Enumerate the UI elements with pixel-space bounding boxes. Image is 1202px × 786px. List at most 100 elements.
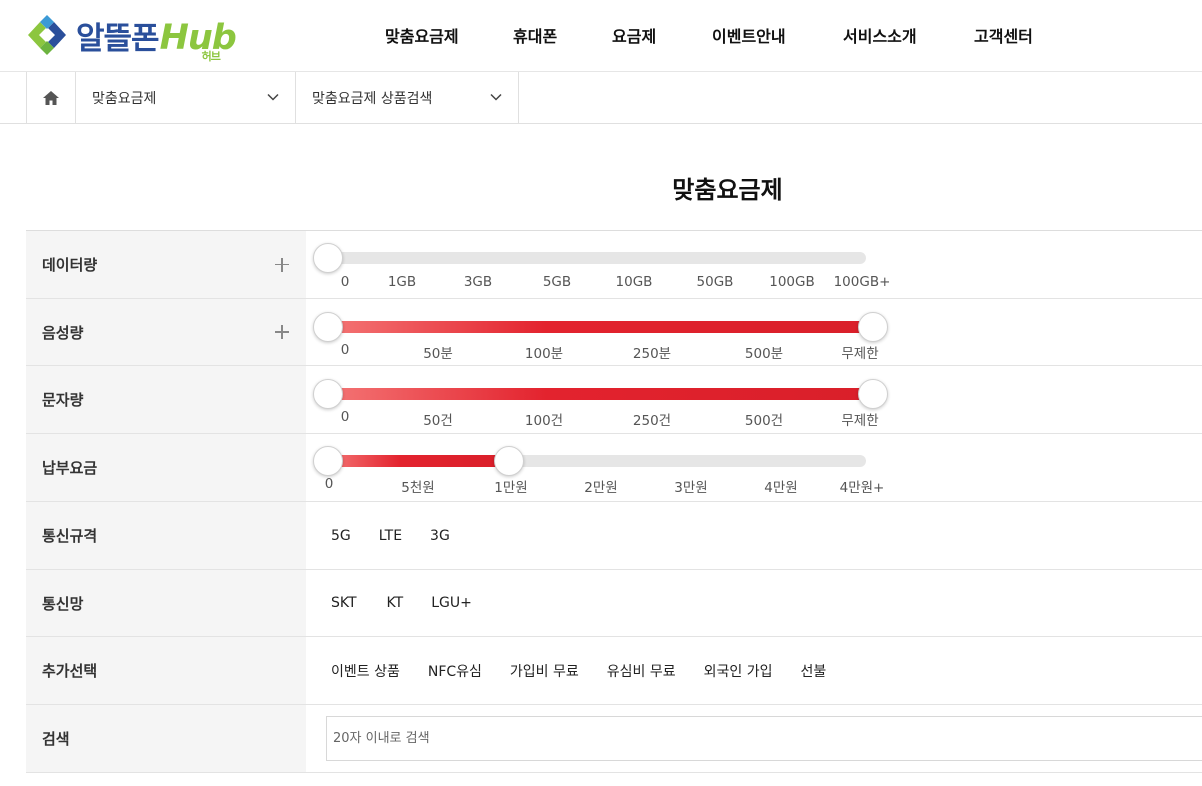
slider-fill (328, 455, 509, 467)
breadcrumb: 맞춤요금제 맞춤요금제 상품검색 (0, 72, 1202, 124)
option-prepaid[interactable]: 선불 (801, 661, 827, 681)
filter-row-extra: 추가선택 이벤트 상품 NFC유심 가입비 무료 유심비 무료 외국인 가입 선… (26, 637, 1202, 705)
slider-tick: 0 (340, 342, 350, 358)
filter-row-search: 검색 (26, 705, 1202, 773)
option-kt[interactable]: KT (387, 595, 404, 611)
data-slider[interactable]: 0 1GB 3GB 5GB 10GB 50GB 100GB 100GB+ (306, 231, 1202, 298)
slider-tick: 무제한 (841, 346, 879, 362)
fee-slider[interactable]: 0 5천원 1만원 2만원 3만원 4만원 4만원+ (306, 434, 1202, 501)
option-group: 5G LTE 3G (306, 502, 478, 569)
slider-tick: 250분 (632, 346, 672, 362)
slider-handle-max[interactable] (858, 379, 888, 409)
option-3g[interactable]: 3G (430, 528, 450, 544)
option-lte[interactable]: LTE (379, 528, 402, 544)
slider-handle-max[interactable] (494, 446, 524, 476)
slider-tick: 2만원 (584, 480, 618, 496)
nav-custom-plan[interactable]: 맞춤요금제 (385, 23, 459, 47)
filter-row-carrier: 통신망 SKT KT LGU+ (26, 570, 1202, 637)
slider-tick: 10GB (615, 274, 653, 290)
filter-label-text: 통신망 (42, 594, 84, 613)
expand-plus-icon[interactable] (272, 255, 292, 275)
breadcrumb-home[interactable] (26, 72, 76, 123)
page-title: 맞춤요금제 (672, 176, 783, 204)
slider-tick: 500분 (744, 346, 784, 362)
filter-table: 데이터량 0 1GB 3GB 5GB 10GB 50GB 100GB 100GB… (26, 230, 1202, 773)
filter-label: 통신규격 (26, 502, 306, 569)
option-group: SKT KT LGU+ (306, 570, 500, 636)
expand-plus-icon[interactable] (272, 322, 292, 342)
site-logo[interactable]: 알뜰폰Hub 허브 (24, 12, 237, 63)
slider-tick: 무제한 (841, 413, 879, 429)
option-event-product[interactable]: 이벤트 상품 (331, 661, 400, 681)
filter-label: 문자량 (26, 366, 306, 433)
option-nfc-usim[interactable]: NFC유심 (428, 661, 482, 681)
slider-tick: 50건 (423, 413, 453, 429)
filter-label-text: 검색 (42, 730, 70, 748)
slider-handle-max[interactable] (858, 312, 888, 342)
slider-tick: 0 (340, 274, 350, 290)
slider-tick: 100GB (769, 274, 815, 290)
slider-tick: 4만원 (764, 480, 798, 496)
slider-tick: 50GB (696, 274, 734, 290)
logo-mark-icon (28, 15, 66, 55)
slider-tick: 50분 (423, 346, 453, 362)
filter-label: 추가선택 (26, 637, 306, 704)
breadcrumb-level2[interactable]: 맞춤요금제 상품검색 (296, 72, 519, 123)
slider-track[interactable] (313, 446, 866, 476)
nav-customer-center[interactable]: 고객센터 (974, 23, 1033, 47)
option-skt[interactable]: SKT (331, 595, 357, 611)
filter-row-fee: 납부요금 0 5천원 1만원 2만원 3만원 4만원 4만원+ (26, 434, 1202, 502)
logo-name: 알뜰폰 (76, 20, 160, 57)
slider-handle-min[interactable] (313, 379, 343, 409)
logo-hub: Hub (159, 17, 237, 58)
nav-plans[interactable]: 요금제 (612, 23, 656, 47)
slider-handle-min[interactable] (313, 446, 343, 476)
slider-track[interactable] (313, 379, 888, 409)
search-input[interactable] (326, 716, 1202, 761)
slider-tick: 1GB (387, 274, 417, 290)
filter-label: 검색 (26, 705, 306, 772)
slider-tick: 100GB+ (833, 274, 891, 290)
option-free-signup[interactable]: 가입비 무료 (510, 661, 579, 681)
slider-track[interactable] (313, 312, 888, 342)
slider-tick: 3GB (463, 274, 493, 290)
slider-track[interactable] (313, 243, 866, 273)
slider-tick: 500건 (744, 413, 784, 429)
sms-slider[interactable]: 0 50건 100건 250건 500건 무제한 (306, 366, 1202, 433)
slider-tick: 100건 (524, 413, 564, 429)
nav-events[interactable]: 이벤트안내 (712, 23, 786, 47)
filter-label: 통신망 (26, 570, 306, 636)
nav-phones[interactable]: 휴대폰 (513, 23, 557, 47)
filter-label-text: 통신규격 (42, 527, 98, 545)
slider-tick: 0 (340, 409, 350, 425)
slider-tick: 0 (324, 476, 334, 492)
logo-sub: 허브 (201, 49, 221, 63)
nav-service-intro[interactable]: 서비스소개 (843, 23, 917, 47)
filter-row-sms: 문자량 0 50건 100건 250건 500건 무제한 (26, 366, 1202, 434)
slider-handle-min[interactable] (313, 312, 343, 342)
filter-label: 납부요금 (26, 434, 306, 501)
logo-text: 알뜰폰Hub 허브 (76, 13, 237, 63)
filter-label-text: 데이터량 (42, 256, 98, 274)
slider-tick: 250건 (632, 413, 672, 429)
filter-label-text: 음성량 (42, 323, 84, 342)
breadcrumb-level1[interactable]: 맞춤요금제 (76, 72, 296, 123)
slider-tick: 3만원 (674, 480, 708, 496)
option-lgu[interactable]: LGU+ (431, 595, 472, 611)
voice-slider[interactable]: 0 50분 100분 250분 500분 무제한 (306, 299, 1202, 365)
filter-label: 음성량 (26, 299, 306, 365)
filter-row-voice: 음성량 0 50분 100분 250분 500분 무제한 (26, 299, 1202, 366)
slider-handle-min[interactable] (313, 243, 343, 273)
option-foreigner-signup[interactable]: 외국인 가입 (704, 661, 773, 681)
filter-row-network-type: 통신규격 5G LTE 3G (26, 502, 1202, 570)
slider-tick: 5천원 (401, 480, 435, 496)
filter-row-data: 데이터량 0 1GB 3GB 5GB 10GB 50GB 100GB 100GB… (26, 231, 1202, 299)
option-free-usim[interactable]: 유심비 무료 (607, 661, 676, 681)
filter-label-text: 납부요금 (42, 459, 98, 477)
filter-label-text: 문자량 (42, 391, 84, 409)
slider-fill (328, 388, 873, 400)
slider-tick: 1만원 (494, 480, 528, 496)
option-5g[interactable]: 5G (331, 528, 351, 544)
site-header: 알뜰폰Hub 허브 맞춤요금제 휴대폰 요금제 이벤트안내 서비스소개 고객센터 (0, 0, 1202, 72)
chevron-down-icon (267, 93, 279, 101)
